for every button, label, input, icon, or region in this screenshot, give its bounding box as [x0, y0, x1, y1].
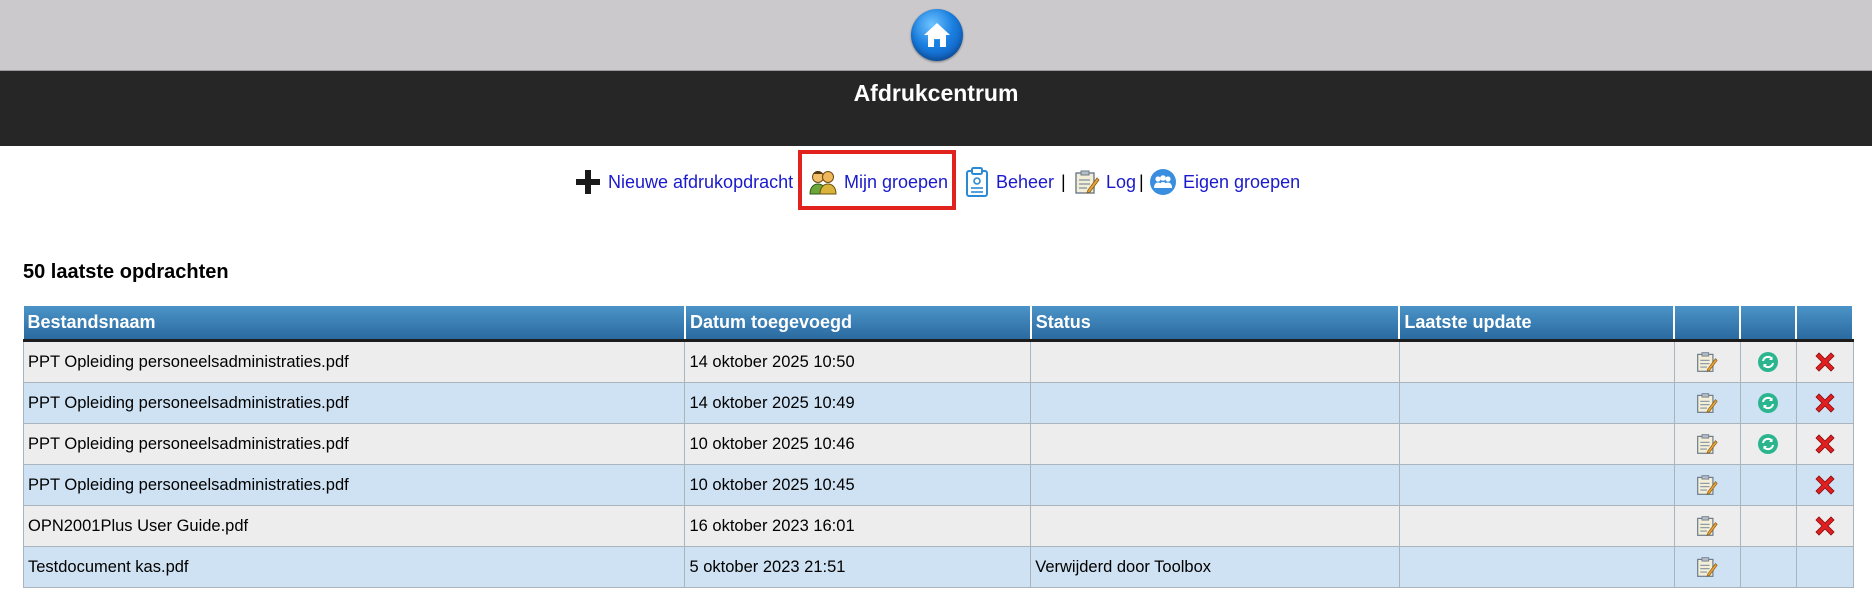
column-header-status[interactable]: Status	[1030, 306, 1401, 342]
refresh-icon[interactable]	[1757, 433, 1779, 455]
delete-icon[interactable]	[1813, 473, 1837, 497]
cell-edit	[1673, 423, 1741, 465]
delete-icon[interactable]	[1813, 350, 1837, 374]
home-button[interactable]	[911, 9, 963, 61]
nav-own-groups[interactable]: Eigen groepen	[1149, 162, 1300, 202]
edit-icon[interactable]	[1696, 351, 1718, 373]
nav-log[interactable]: Log	[1074, 162, 1136, 202]
cell-last-update	[1398, 423, 1675, 465]
plus-icon	[574, 168, 602, 196]
nav-new-print-job[interactable]: Nieuwe afdrukopdracht	[574, 162, 793, 202]
jobs-table: Bestandsnaam Datum toegevoegd Status Laa…	[22, 306, 1854, 588]
cell-filename[interactable]: PPT Opleiding personeelsadministraties.p…	[22, 340, 686, 383]
cell-filename[interactable]: PPT Opleiding personeelsadministraties.p…	[22, 423, 686, 465]
cell-edit	[1673, 340, 1741, 383]
group-icon	[1149, 168, 1177, 196]
nav-separator: |	[1061, 172, 1066, 192]
cell-delete	[1795, 546, 1854, 588]
cell-delete	[1795, 423, 1854, 465]
cell-refresh	[1739, 340, 1797, 383]
cell-last-update	[1398, 464, 1675, 506]
refresh-icon[interactable]	[1757, 351, 1779, 373]
column-header-date-added[interactable]: Datum toegevoegd	[684, 306, 1032, 342]
home-icon	[924, 23, 950, 47]
cell-status	[1030, 423, 1400, 465]
table-row: Testdocument kas.pdf 5 oktober 2023 21:51…	[22, 546, 1854, 588]
edit-icon[interactable]	[1696, 474, 1718, 496]
cell-refresh	[1739, 382, 1797, 424]
cell-status	[1030, 464, 1400, 506]
table-row: PPT Opleiding personeelsadministraties.p…	[22, 382, 1854, 424]
table-header-row: Bestandsnaam Datum toegevoegd Status Laa…	[23, 306, 1854, 342]
cell-date-added: 5 oktober 2023 21:51	[684, 546, 1032, 588]
cell-date-added: 16 oktober 2023 16:01	[684, 505, 1032, 547]
cell-edit	[1673, 464, 1741, 506]
delete-icon[interactable]	[1813, 391, 1837, 415]
nav-management[interactable]: Beheer	[964, 162, 1054, 202]
cell-last-update	[1398, 546, 1675, 588]
cell-delete	[1795, 382, 1854, 424]
edit-icon[interactable]	[1696, 556, 1718, 578]
column-header-delete	[1796, 306, 1854, 342]
table-row: OPN2001Plus User Guide.pdf 16 oktober 202…	[22, 505, 1854, 547]
delete-icon[interactable]	[1813, 432, 1837, 456]
refresh-icon[interactable]	[1757, 392, 1779, 414]
cell-date-added: 14 oktober 2025 10:50	[684, 340, 1032, 383]
cell-refresh	[1739, 546, 1797, 588]
cell-date-added: 10 oktober 2025 10:46	[684, 423, 1032, 465]
section-title: 50 laatste opdrachten	[23, 261, 229, 283]
edit-icon[interactable]	[1696, 433, 1718, 455]
cell-last-update	[1398, 340, 1675, 383]
table-row: PPT Opleiding personeelsadministraties.p…	[22, 423, 1854, 465]
cell-last-update	[1398, 382, 1675, 424]
cell-last-update	[1398, 505, 1675, 547]
title-bar: Afdrukcentrum	[0, 71, 1872, 146]
cell-filename[interactable]: PPT Opleiding personeelsadministraties.p…	[22, 382, 686, 424]
table-row: PPT Opleiding personeelsadministraties.p…	[22, 340, 1854, 383]
cell-status	[1030, 505, 1400, 547]
cell-edit	[1673, 382, 1741, 424]
cell-date-added: 14 oktober 2025 10:49	[684, 382, 1032, 424]
cell-delete	[1795, 464, 1854, 506]
cell-delete	[1795, 340, 1854, 383]
cell-status	[1030, 382, 1400, 424]
edit-icon[interactable]	[1696, 515, 1718, 537]
cell-edit	[1673, 546, 1741, 588]
highlight-box	[798, 150, 956, 210]
cell-status	[1030, 340, 1400, 383]
cell-filename[interactable]: OPN2001Plus User Guide.pdf	[22, 505, 686, 547]
column-header-refresh	[1740, 306, 1797, 342]
nav-log-label: Log	[1106, 171, 1137, 192]
nav-separator: |	[1139, 172, 1144, 192]
delete-icon[interactable]	[1813, 514, 1837, 538]
cell-refresh	[1739, 423, 1797, 465]
column-header-filename[interactable]: Bestandsnaam	[23, 306, 686, 342]
column-header-last-update[interactable]: Laatste update	[1399, 306, 1676, 342]
cell-refresh	[1739, 464, 1797, 506]
cell-status: Verwijderd door Toolbox	[1030, 546, 1400, 588]
nav-management-label: Beheer	[996, 171, 1055, 192]
clipboard-icon	[964, 167, 990, 197]
nav-new-print-job-label: Nieuwe afdrukopdracht	[608, 171, 794, 192]
cell-refresh	[1739, 505, 1797, 547]
table-row: PPT Opleiding personeelsadministraties.p…	[22, 464, 1854, 506]
cell-date-added: 10 oktober 2025 10:45	[684, 464, 1032, 506]
cell-delete	[1795, 505, 1854, 547]
cell-filename[interactable]: Testdocument kas.pdf	[22, 546, 686, 588]
cell-filename[interactable]: PPT Opleiding personeelsadministraties.p…	[22, 464, 686, 506]
log-icon	[1074, 169, 1100, 195]
top-bar	[0, 0, 1872, 71]
edit-icon[interactable]	[1696, 392, 1718, 414]
nav-own-groups-label: Eigen groepen	[1183, 171, 1301, 192]
column-header-edit	[1674, 306, 1742, 342]
cell-edit	[1673, 505, 1741, 547]
page-title: Afdrukcentrum	[853, 80, 1019, 106]
